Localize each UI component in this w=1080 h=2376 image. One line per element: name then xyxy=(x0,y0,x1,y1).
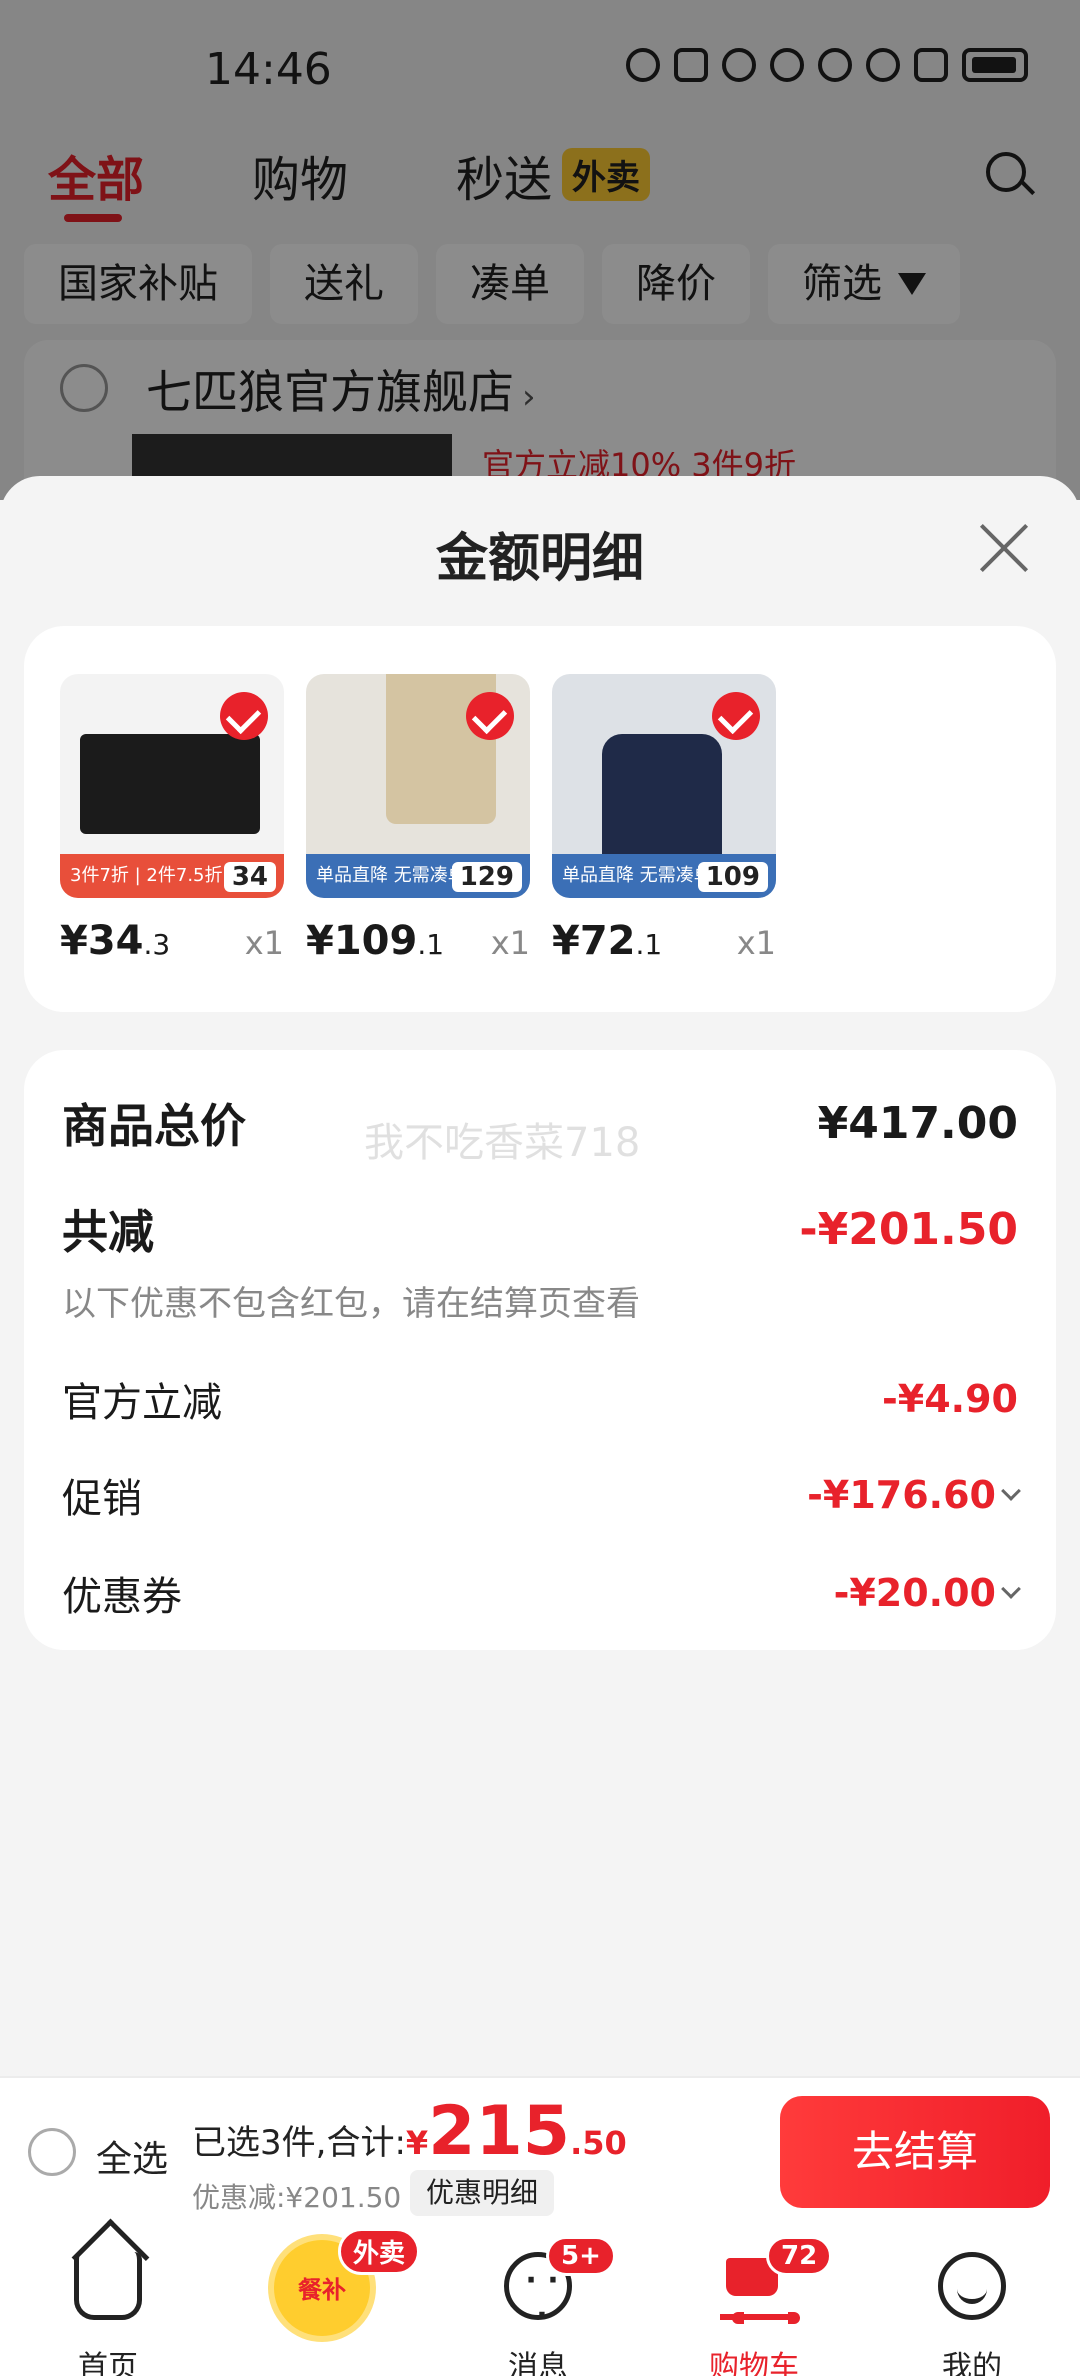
price-summary-card: 我不吃香菜718 商品总价 ¥417.00 共减 -¥201.50 以下优惠不包… xyxy=(24,1050,1056,1650)
discount-note: 以下优惠不包含红包，请在结算页查看 xyxy=(62,1284,640,1324)
message-badge: 5+ xyxy=(546,2236,616,2276)
official-discount-amount: -¥4.90 xyxy=(882,1377,1018,1421)
meal-subsidy-label: 餐补 xyxy=(298,2276,346,2304)
official-discount-value: -¥4.90 xyxy=(882,1377,1018,1421)
item-price-dec: .1 xyxy=(635,928,663,961)
selected-item[interactable]: 单品直降 无需凑单 109 ¥72.1 x1 xyxy=(552,674,776,964)
tab-home-label: 首页 xyxy=(78,2350,138,2376)
item-qty: x1 xyxy=(244,924,284,962)
selected-text: 已选3件,合计: xyxy=(192,2123,406,2163)
promotion-row[interactable]: 促销 -¥176.60 xyxy=(62,1466,1021,1524)
cart-badge: 72 xyxy=(766,2236,833,2276)
close-icon[interactable] xyxy=(976,520,1032,576)
total-value: ¥417.00 xyxy=(817,1097,1018,1149)
total-int: 215 xyxy=(428,2092,571,2171)
total-label: 商品总价 xyxy=(62,1099,246,1153)
item-price-dec: .1 xyxy=(417,928,445,961)
promotion-value: -¥176.60 xyxy=(807,1473,1021,1517)
promotion-label: 促销 xyxy=(62,1476,142,1522)
discount-amount: 优惠减:¥201.50 xyxy=(192,2181,402,2214)
item-price: ¥34.3 xyxy=(60,918,170,964)
coupon-amount: -¥20.00 xyxy=(833,1571,996,1615)
user-icon xyxy=(938,2252,1006,2320)
select-all-label[interactable]: 全选 xyxy=(96,2130,168,2182)
item-price: ¥109.1 xyxy=(306,918,444,964)
reduce-row: 共减 -¥201.50 xyxy=(62,1196,1018,1262)
reduce-value: -¥201.50 xyxy=(799,1203,1018,1255)
tab-cart-label: 购物车 xyxy=(709,2350,799,2376)
official-discount-label: 官方立减 xyxy=(62,1380,222,1426)
item-price-int: ¥109 xyxy=(306,918,418,964)
tab-me-label: 我的 xyxy=(942,2350,1002,2376)
product-image-gift-box: 3件7折 | 2件7.5折 34 xyxy=(60,674,284,898)
select-all-radio[interactable] xyxy=(28,2128,76,2176)
item-price: ¥72.1 xyxy=(552,918,662,964)
tab-messages-label: 消息 xyxy=(508,2350,568,2376)
selected-item[interactable]: 单品直降 无需凑单 129 ¥109.1 x1 xyxy=(306,674,530,964)
promotion-amount: -¥176.60 xyxy=(807,1473,996,1517)
coupon-label: 优惠券 xyxy=(62,1574,182,1620)
checked-icon xyxy=(220,692,268,740)
reduce-label: 共减 xyxy=(62,1205,154,1259)
product-image-polo: 单品直降 无需凑单 109 xyxy=(552,674,776,898)
item-price-dec: .3 xyxy=(143,928,171,961)
total-currency: ¥ xyxy=(405,2124,429,2162)
checked-icon xyxy=(466,692,514,740)
home-icon xyxy=(74,2252,142,2320)
product-image-shorts: 单品直降 无需凑单 129 xyxy=(306,674,530,898)
selected-total: 已选3件,合计: ¥ 215 .50 xyxy=(192,2092,627,2171)
selected-item[interactable]: 3件7折 | 2件7.5折 34 ¥34.3 x1 xyxy=(60,674,284,964)
coupon-row[interactable]: 优惠券 -¥20.00 xyxy=(62,1564,1021,1622)
dim-overlay[interactable] xyxy=(0,0,1080,500)
total-row: 商品总价 ¥417.00 xyxy=(62,1090,1018,1156)
amount-detail-sheet: 金额明细 3件7折 | 2件7.5折 34 ¥34.3 x1 单品直降 无需凑单… xyxy=(0,476,1080,2076)
item-price-int: ¥72 xyxy=(552,918,636,964)
checked-icon xyxy=(712,692,760,740)
checkout-button[interactable]: 去结算 xyxy=(780,2096,1050,2208)
total-dec: .50 xyxy=(570,2124,627,2162)
tab-bar: 首页 餐补 外卖 5+ 消息 72 购物车 我的 xyxy=(0,2228,1080,2376)
item-tag-price: 129 xyxy=(451,862,522,892)
checkout-bar: 全选 已选3件,合计: ¥ 215 .50 优惠减:¥201.50 优惠明细 去… xyxy=(0,2076,1080,2228)
official-discount-row: 官方立减 -¥4.90 xyxy=(62,1370,1018,1428)
selected-items-card: 3件7折 | 2件7.5折 34 ¥34.3 x1 单品直降 无需凑单 129 … xyxy=(24,626,1056,1012)
sheet-title: 金额明细 xyxy=(435,529,644,589)
discount-detail-button[interactable]: 优惠明细 xyxy=(410,2170,555,2216)
waimai-badge: 外卖 xyxy=(338,2228,421,2275)
item-tag-price: 34 xyxy=(223,862,276,892)
chevron-down-icon xyxy=(1001,1481,1021,1501)
item-qty: x1 xyxy=(736,924,776,962)
item-tag-price: 109 xyxy=(697,862,768,892)
coupon-value: -¥20.00 xyxy=(833,1571,1021,1615)
item-qty: x1 xyxy=(490,924,530,962)
item-price-int: ¥34 xyxy=(60,918,144,964)
chevron-down-icon xyxy=(1001,1579,1021,1599)
